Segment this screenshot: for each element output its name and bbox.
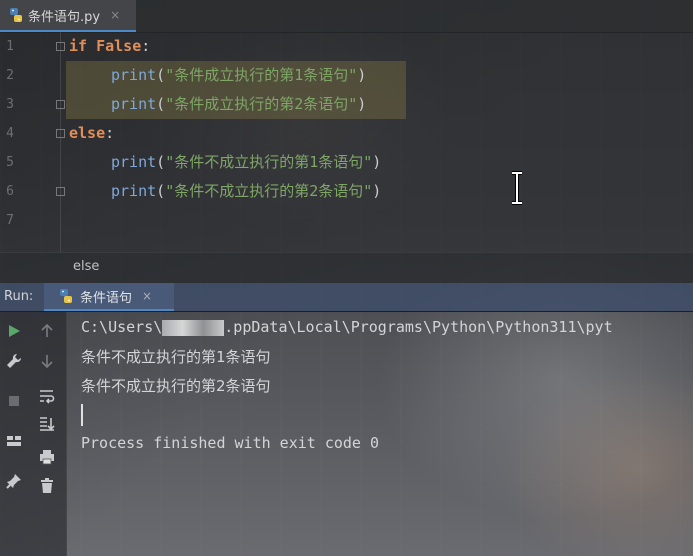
code-text: print("条件成立执行的第1条语句") (111, 66, 367, 84)
run-config-tab[interactable]: 条件语句 × (44, 283, 174, 311)
close-icon[interactable]: × (110, 8, 120, 22)
keyword: else (69, 124, 106, 142)
trash-icon[interactable] (38, 477, 56, 495)
breadcrumb-bar: else (0, 252, 693, 283)
console-line: 条件不成立执行的第2条语句 (81, 377, 271, 395)
fold-marker-icon[interactable] (56, 100, 65, 109)
colon: : (141, 37, 151, 55)
run-tool-window-header: Run: 条件语句 × (0, 283, 693, 312)
string-literal: "条件成立执行的第2条语句" (165, 95, 358, 113)
code-line: 4 else: (0, 119, 693, 148)
run-tab-label: 条件语句 (80, 290, 133, 306)
run-panel-title: Run: (4, 289, 34, 304)
breadcrumb[interactable]: else (73, 259, 99, 274)
keyword-false: False (96, 37, 142, 55)
code-line: 3 print("条件成立执行的第2条语句") (0, 90, 693, 119)
code-text: if False: (69, 32, 150, 61)
code-line: 6 print("条件不成立执行的第2条语句") (0, 177, 693, 206)
line-number: 1 (6, 39, 14, 54)
code-editor[interactable]: 1 if False: 2 print("条件成立执行的第1条语句") 3 pr… (0, 32, 693, 252)
console-line-path: C:\Users\ .ppData\Local\Programs\Python\P… (81, 318, 613, 336)
stop-icon[interactable] (5, 392, 23, 410)
function-name: print (111, 153, 157, 171)
run-toolbar (0, 312, 67, 556)
string-literal: "条件成立执行的第1条语句" (165, 66, 358, 84)
function-name: print (111, 66, 157, 84)
python-file-icon (60, 289, 72, 303)
line-number: 7 (6, 213, 14, 228)
editor-tab[interactable]: 条件语句.py × (0, 0, 136, 32)
wrench-icon[interactable] (5, 352, 23, 370)
python-file-icon (10, 8, 22, 22)
redacted-username (162, 319, 225, 336)
keyword: if (69, 37, 88, 55)
line-number: 6 (6, 184, 14, 199)
fold-marker-icon[interactable] (56, 187, 65, 196)
code-text: print("条件成立执行的第2条语句") (111, 95, 367, 113)
arrow-down-icon[interactable] (38, 352, 56, 370)
line-number: 4 (6, 126, 14, 141)
code-line: 5 print("条件不成立执行的第1条语句") (0, 148, 693, 177)
colon: : (105, 124, 115, 142)
layout-icon[interactable] (5, 432, 23, 450)
code-text: else: (69, 119, 114, 148)
fold-marker-icon[interactable] (56, 129, 65, 138)
line-number: 5 (6, 155, 14, 170)
code-text: print("条件不成立执行的第2条语句") (111, 182, 382, 200)
console-exit-message: Process finished with exit code 0 (81, 434, 380, 452)
path-prefix: C:\Users\ (81, 318, 163, 336)
string-literal: "条件不成立执行的第2条语句" (165, 182, 373, 200)
editor-tab-bar: 条件语句.py × (0, 0, 693, 33)
scroll-to-end-icon[interactable] (38, 415, 56, 433)
code-line: 2 print("条件成立执行的第1条语句") (0, 61, 693, 90)
code-line: 7 (0, 206, 693, 235)
line-number: 3 (6, 97, 14, 112)
function-name: print (111, 182, 157, 200)
console-output[interactable]: C:\Users\ .ppData\Local\Programs\Python\P… (67, 312, 693, 556)
close-icon[interactable]: × (142, 289, 152, 303)
input-caret (81, 404, 83, 426)
print-icon[interactable] (38, 448, 56, 466)
line-number: 2 (6, 68, 14, 83)
function-name: print (111, 95, 157, 113)
soft-wrap-icon[interactable] (38, 387, 56, 405)
code-line: 1 if False: (0, 32, 693, 61)
code-text: print("条件不成立执行的第1条语句") (111, 153, 382, 171)
string-literal: "条件不成立执行的第1条语句" (165, 153, 373, 171)
arrow-up-icon[interactable] (38, 322, 56, 340)
console-line: 条件不成立执行的第1条语句 (81, 348, 271, 366)
play-icon[interactable] (5, 322, 23, 340)
path-suffix: .ppData\Local\Programs\Python\Python311\… (224, 318, 613, 336)
editor-tab-label: 条件语句.py (28, 9, 101, 25)
text-cursor-icon (512, 171, 522, 205)
pin-icon[interactable] (5, 472, 23, 490)
fold-marker-icon[interactable] (56, 42, 65, 51)
